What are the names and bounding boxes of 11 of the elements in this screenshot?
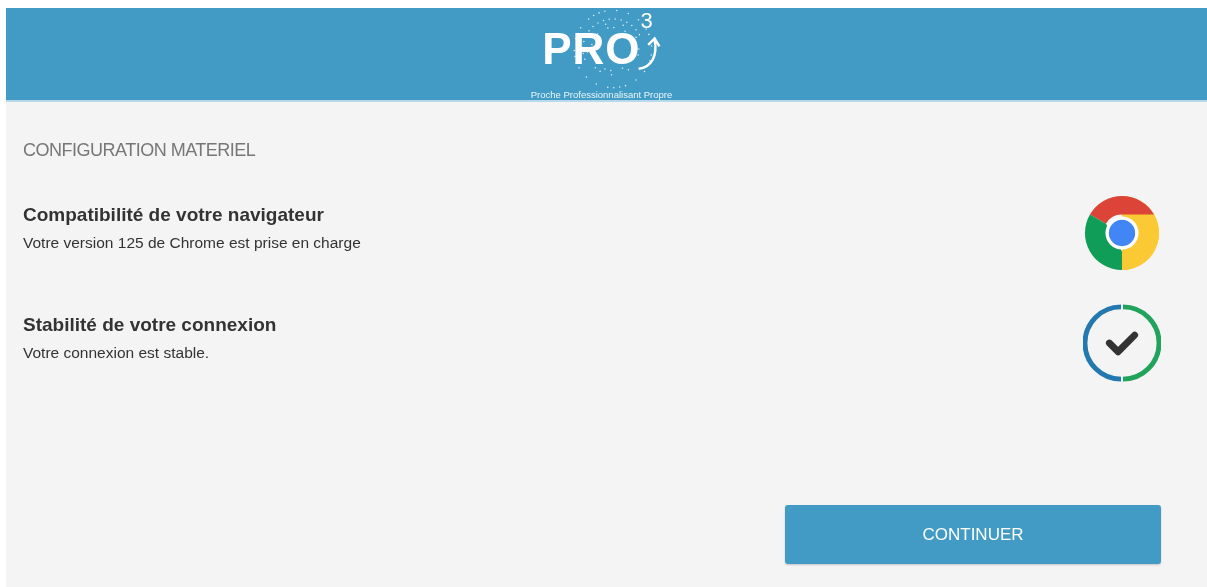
logo-tagline: Proche Professionnalisant Propre bbox=[530, 89, 673, 100]
check-title: Compatibilité de votre navigateur bbox=[23, 204, 325, 226]
section-title: CONFIGURATION MATERIEL bbox=[23, 140, 257, 161]
browser-icon bbox=[1083, 194, 1161, 272]
logo-superscript: 3 bbox=[640, 8, 653, 34]
continue-button[interactable]: CONTINUER bbox=[785, 505, 1161, 564]
check-description: Votre connexion est stable. bbox=[23, 344, 211, 362]
logo-text: PRO bbox=[542, 24, 641, 74]
check-description: Votre version 125 de Chrome est prise en charge bbox=[23, 234, 361, 252]
check-title: Stabilité de votre connexion bbox=[23, 314, 277, 336]
check-circle-icon bbox=[1083, 304, 1161, 382]
